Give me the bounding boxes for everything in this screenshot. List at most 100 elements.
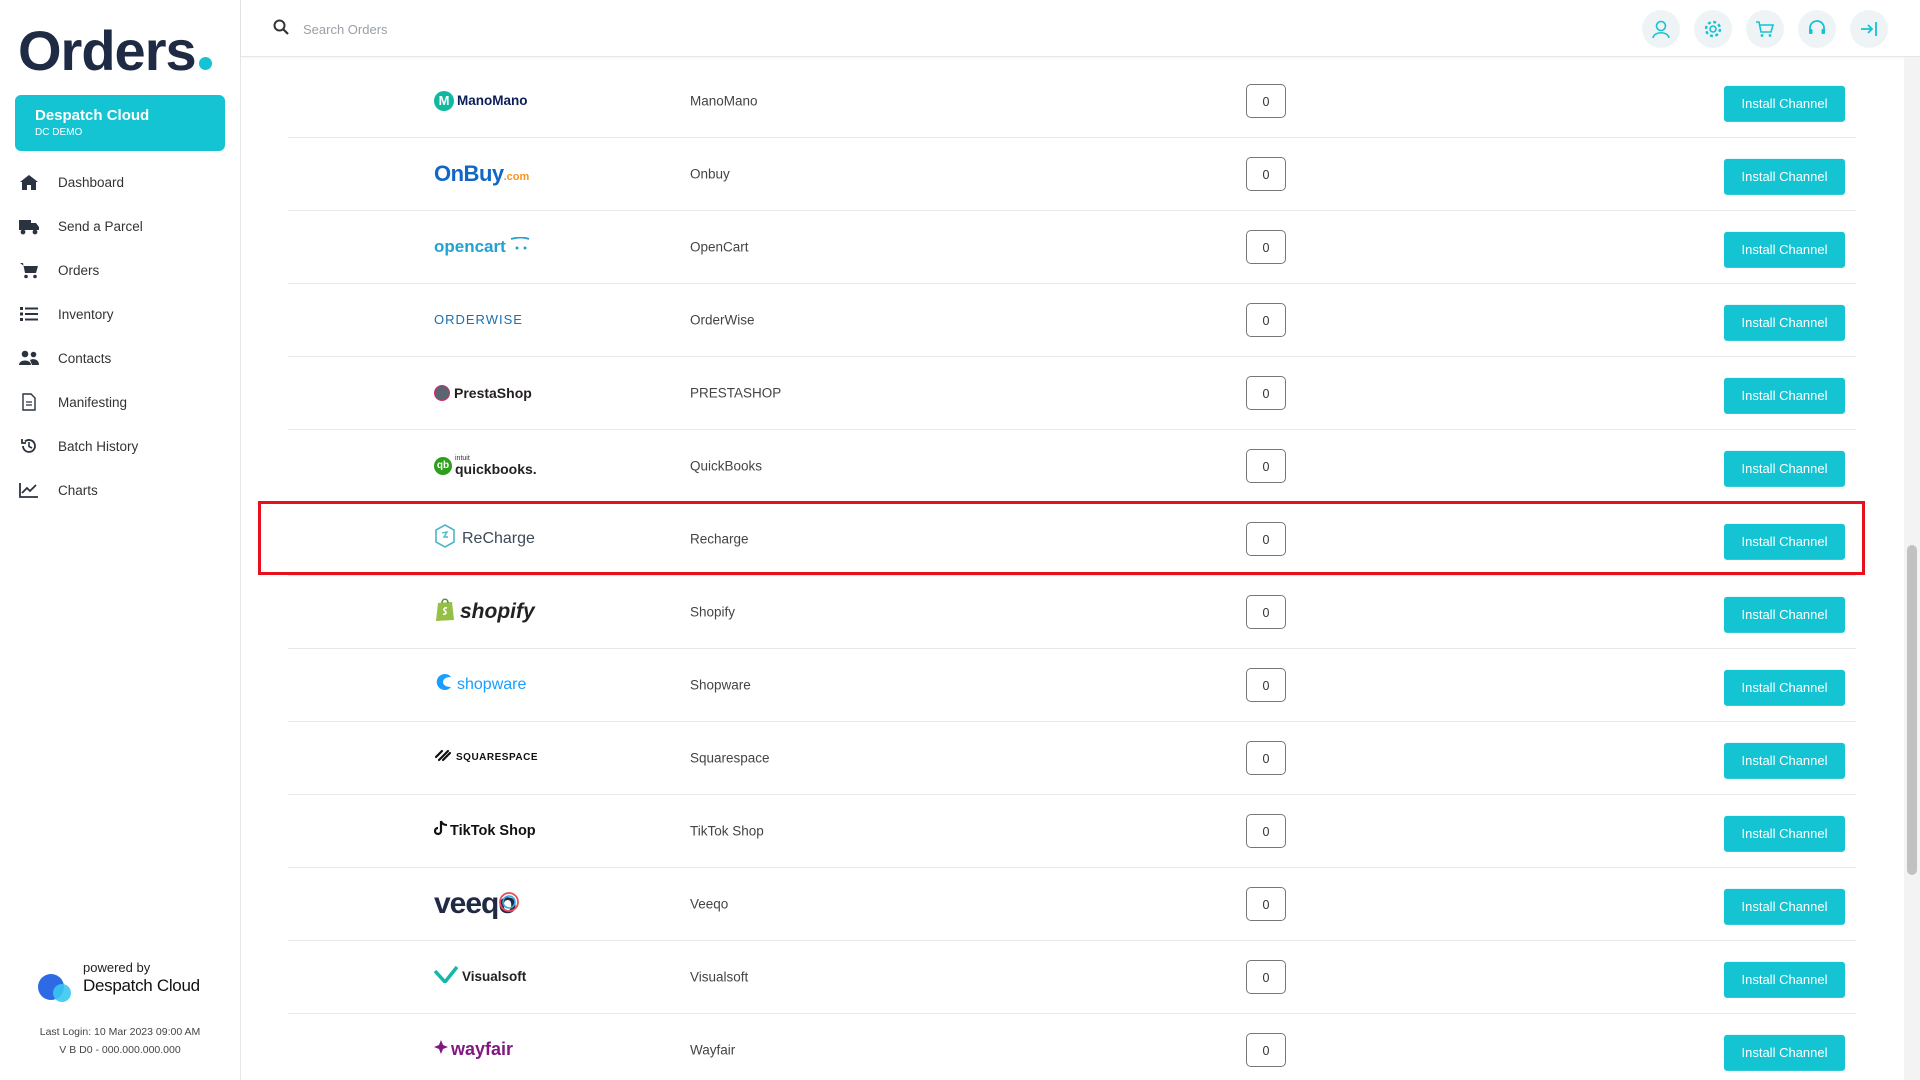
visualsoft-logo-icon bbox=[433, 965, 459, 988]
install-channel-button[interactable]: Install Channel bbox=[1724, 961, 1845, 998]
channel-logo-manomano: M ManoMano bbox=[434, 84, 528, 118]
channel-logo-text: ORDERWISE bbox=[434, 312, 523, 327]
powered-logo-circle bbox=[53, 984, 71, 1002]
sidebar-item-label: Dashboard bbox=[58, 174, 125, 190]
history-icon bbox=[18, 437, 40, 455]
sidebar: Orders Despatch Cloud DC DEMO Dashboard … bbox=[0, 0, 241, 1080]
users-icon bbox=[18, 349, 40, 367]
user-icon[interactable] bbox=[1642, 10, 1680, 48]
channel-name: Squarespace bbox=[690, 750, 770, 765]
install-channel-button[interactable]: Install Channel bbox=[1724, 304, 1845, 341]
sidebar-item-dashboard[interactable]: Dashboard bbox=[0, 160, 240, 204]
channel-logo-text: TikTok Shop bbox=[450, 822, 536, 839]
veeqo-ring-icon bbox=[498, 891, 520, 918]
channel-count: 0 bbox=[1246, 302, 1286, 337]
version-text: V B D0 - 000.000.000.000 bbox=[59, 1044, 181, 1056]
channel-logo-text: shopware bbox=[457, 675, 527, 693]
account-sub: DC DEMO bbox=[35, 127, 83, 138]
install-channel-button[interactable]: Install Channel bbox=[1724, 377, 1845, 414]
install-channel-button[interactable]: Install Channel bbox=[1724, 888, 1845, 925]
sidebar-nav: Dashboard Send a Parcel Orders Inventory… bbox=[0, 160, 240, 512]
search-input[interactable] bbox=[301, 16, 705, 42]
channel-count: 0 bbox=[1246, 229, 1286, 264]
channel-logo-opencart: opencart bbox=[434, 230, 530, 264]
truck-icon bbox=[18, 217, 40, 235]
install-channel-button[interactable]: Install Channel bbox=[1724, 742, 1845, 779]
channel-row-squarespace: SQUARESPACE Squarespace 0 Install Channe… bbox=[288, 721, 1856, 795]
channel-name: OrderWise bbox=[690, 312, 755, 327]
channel-logo-text: shopify bbox=[460, 599, 535, 623]
channel-name: ManoMano bbox=[690, 93, 758, 108]
channel-count: 0 bbox=[1246, 521, 1286, 556]
channel-row-opencart: opencart OpenCart 0 Install Channel bbox=[288, 210, 1856, 284]
cart-icon bbox=[18, 261, 40, 279]
channel-logo-prestashop: PrestaShop bbox=[434, 376, 532, 410]
quickbooks-logo-stack: intuit quickbooks. bbox=[455, 455, 537, 476]
support-icon[interactable] bbox=[1798, 10, 1836, 48]
cart-icon[interactable] bbox=[1746, 10, 1784, 48]
brand-text: Orders bbox=[18, 19, 197, 82]
sidebar-item-inventory[interactable]: Inventory bbox=[0, 292, 240, 336]
channel-logo-text: OnBuy bbox=[434, 160, 504, 186]
channel-count: 0 bbox=[1246, 375, 1286, 410]
channel-logo-text: ReCharge bbox=[462, 529, 535, 547]
install-channel-button[interactable]: Install Channel bbox=[1724, 231, 1845, 268]
install-channel-button[interactable]: Install Channel bbox=[1724, 158, 1845, 195]
channel-count: 0 bbox=[1246, 1032, 1286, 1067]
channel-logo-visualsoft: Visualsoft bbox=[433, 960, 526, 994]
account-switcher[interactable]: Despatch Cloud DC DEMO bbox=[15, 95, 225, 151]
channel-logo-wayfair: wayfair bbox=[434, 1033, 513, 1067]
channel-logo-shopware: shopware bbox=[434, 668, 526, 702]
channel-logo-orderwise: ORDERWISE bbox=[434, 303, 523, 337]
prestashop-logo-icon bbox=[434, 384, 450, 401]
install-channel-button[interactable]: Install Channel bbox=[1724, 523, 1845, 560]
channel-logo-squarespace: SQUARESPACE bbox=[434, 741, 538, 775]
install-channel-button[interactable]: Install Channel bbox=[1724, 450, 1845, 487]
channel-logo-text: SQUARESPACE bbox=[456, 752, 538, 763]
squarespace-logo-icon bbox=[434, 748, 452, 767]
sidebar-item-charts[interactable]: Charts bbox=[0, 468, 240, 512]
logout-icon[interactable] bbox=[1850, 10, 1888, 48]
manomano-logo-icon: M bbox=[434, 90, 454, 111]
quickbooks-logo-icon: qb bbox=[434, 456, 452, 475]
install-channel-button[interactable]: Install Channel bbox=[1724, 596, 1845, 633]
install-channel-button[interactable]: Install Channel bbox=[1724, 1034, 1845, 1071]
scrollbar-thumb[interactable] bbox=[1907, 545, 1917, 875]
top-icons bbox=[1642, 10, 1888, 48]
cart-icon bbox=[510, 236, 530, 256]
last-login-text: Last Login: 10 Mar 2023 09:00 AM bbox=[39, 1026, 201, 1038]
sidebar-item-manifesting[interactable]: Manifesting bbox=[0, 380, 240, 424]
channel-name: QuickBooks bbox=[690, 458, 763, 473]
sidebar-item-label: Charts bbox=[58, 482, 98, 498]
channel-row-shopify: shopify Shopify 0 Install Channel bbox=[288, 575, 1856, 649]
shopware-logo-icon bbox=[434, 672, 454, 697]
channel-name: Recharge bbox=[690, 531, 749, 546]
sidebar-item-orders[interactable]: Orders bbox=[0, 248, 240, 292]
channel-count: 0 bbox=[1246, 156, 1286, 191]
channel-count: 0 bbox=[1246, 83, 1286, 118]
channel-row-quickbooks: qb intuit quickbooks. QuickBooks 0 Insta… bbox=[288, 429, 1856, 503]
channel-count: 0 bbox=[1246, 667, 1286, 702]
channel-row-prestashop: PrestaShop PRESTASHOP 0 Install Channel bbox=[288, 356, 1856, 430]
brand-logo[interactable]: Orders bbox=[18, 18, 212, 83]
channel-count: 0 bbox=[1246, 448, 1286, 483]
channel-name: Shopify bbox=[690, 604, 736, 619]
channel-name: Veeqo bbox=[690, 896, 729, 911]
channel-count: 0 bbox=[1246, 886, 1286, 921]
install-channel-button[interactable]: Install Channel bbox=[1724, 85, 1845, 122]
sidebar-item-contacts[interactable]: Contacts bbox=[0, 336, 240, 380]
install-channel-button[interactable]: Install Channel bbox=[1724, 669, 1845, 706]
channel-logo-tiktok-shop: TikTok Shop bbox=[433, 814, 536, 848]
channel-row-wayfair: wayfair Wayfair 0 Install Channel bbox=[288, 1013, 1856, 1080]
settings-icon[interactable] bbox=[1694, 10, 1732, 48]
sidebar-item-label: Contacts bbox=[58, 350, 112, 366]
sidebar-item-batch-history[interactable]: Batch History bbox=[0, 424, 240, 468]
install-channel-button[interactable]: Install Channel bbox=[1724, 815, 1845, 852]
channel-logo-quickbooks: qb intuit quickbooks. bbox=[434, 449, 537, 483]
channel-name: Wayfair bbox=[690, 1042, 736, 1057]
top-bar bbox=[241, 0, 1920, 57]
home-icon bbox=[18, 173, 40, 191]
channel-list: M ManoMano ManoMano 0 Install Channel On… bbox=[241, 57, 1901, 1080]
vertical-scrollbar[interactable] bbox=[1904, 57, 1920, 1080]
sidebar-item-send-a-parcel[interactable]: Send a Parcel bbox=[0, 204, 240, 248]
